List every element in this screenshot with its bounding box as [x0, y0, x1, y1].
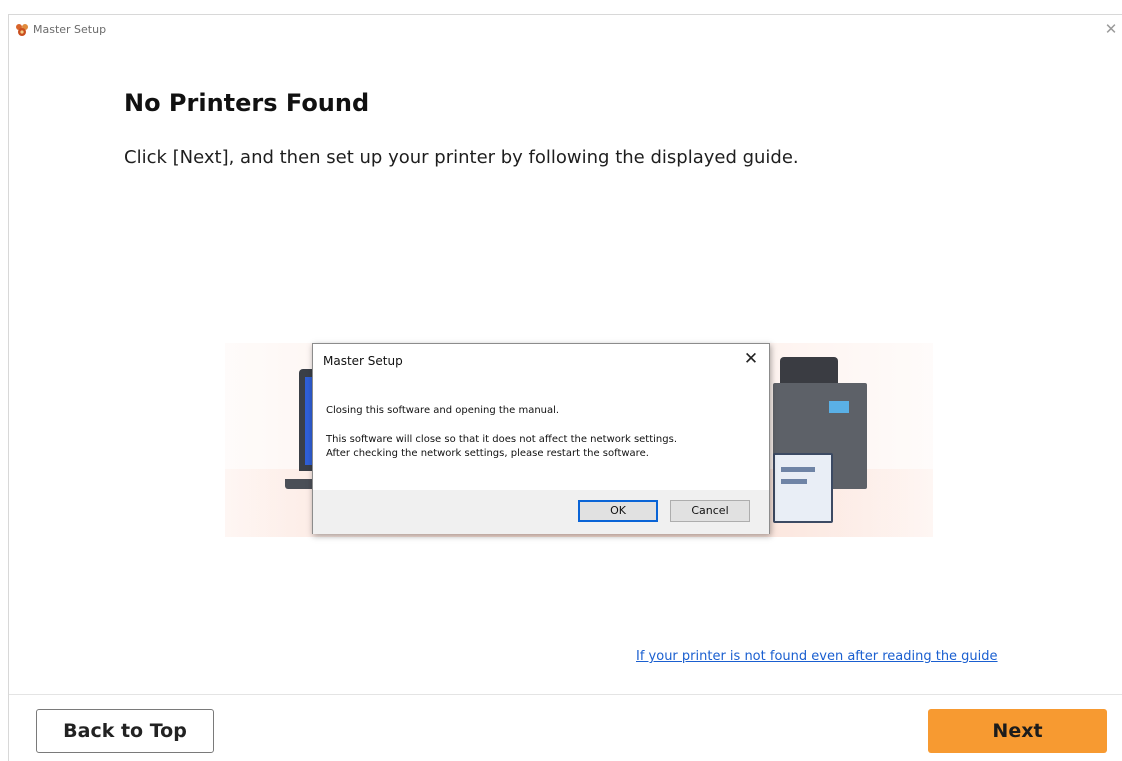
- dialog-message-primary: Closing this software and opening the ma…: [326, 405, 560, 416]
- confirm-dialog: Master Setup ✕ Closing this software and…: [312, 343, 770, 534]
- top-strip: [0, 0, 1122, 14]
- paper-icon: [773, 453, 833, 523]
- dialog-title: Master Setup: [323, 354, 403, 368]
- dialog-message-detail-2: After checking the network settings, ple…: [326, 448, 649, 459]
- title-bar: Master Setup ✕: [9, 15, 1122, 45]
- printer-panel: [829, 401, 849, 413]
- cancel-button[interactable]: Cancel: [670, 500, 750, 522]
- instruction-text: Click [Next], and then set up your print…: [124, 147, 799, 168]
- footer-divider: [9, 694, 1122, 695]
- next-button[interactable]: Next: [928, 709, 1107, 753]
- page-title: No Printers Found: [124, 89, 370, 117]
- window-title: Master Setup: [33, 23, 107, 36]
- window-close-icon[interactable]: ✕: [1100, 19, 1122, 41]
- dialog-button-bar: OK Cancel: [313, 490, 769, 534]
- printer-icon: [780, 357, 838, 383]
- ok-button[interactable]: OK: [578, 500, 658, 522]
- app-icon: [15, 23, 29, 37]
- back-to-top-button[interactable]: Back to Top: [36, 709, 214, 753]
- page: Master Setup ✕ No Printers Found Click […: [0, 0, 1122, 761]
- dialog-close-icon[interactable]: ✕: [741, 348, 761, 370]
- printer-not-found-help-link[interactable]: If your printer is not found even after …: [636, 649, 998, 664]
- dialog-message-detail-1: This software will close so that it does…: [326, 434, 678, 445]
